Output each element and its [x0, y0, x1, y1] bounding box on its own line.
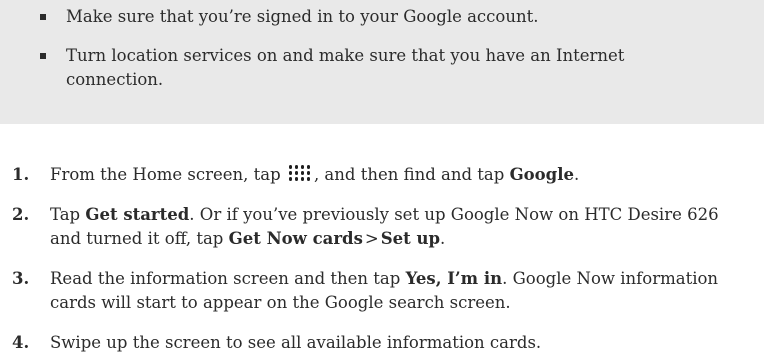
prerequisite-text: Turn location services on and make sure …	[66, 46, 625, 89]
prerequisite-text: Make sure that you’re signed in to your …	[66, 7, 539, 26]
bullet-icon	[40, 14, 46, 20]
step-text: From the Home screen, tap , and then fin…	[50, 163, 750, 187]
step-text-part: Swipe up the screen to see all available…	[50, 333, 542, 352]
prerequisite-item: Make sure that you’re signed in to your …	[40, 5, 700, 29]
step-item: 2. Tap Get started. Or if you’ve previou…	[0, 203, 764, 251]
step-text-part: From the Home screen, tap	[50, 165, 286, 184]
step-text-part: Read the information screen and then tap	[50, 269, 406, 288]
step-text-part: .	[440, 229, 446, 248]
step-number: 3.	[12, 269, 30, 288]
step-text-part: Tap	[50, 205, 86, 224]
bold-term: Get Now cards	[228, 229, 363, 248]
step-item: 1. From the Home screen, tap , and then …	[0, 163, 764, 187]
step-text: Swipe up the screen to see all available…	[50, 331, 750, 355]
bold-term: Set up	[380, 229, 441, 248]
step-item: 3. Read the information screen and then …	[0, 267, 764, 315]
step-item: 4. Swipe up the screen to see all availa…	[0, 331, 764, 355]
step-text: Tap Get started. Or if you’ve previously…	[50, 203, 750, 251]
step-number: 1.	[12, 165, 30, 184]
bold-term: Get started	[85, 205, 190, 224]
step-text-part: , and then find and tap	[313, 165, 510, 184]
step-number: 2.	[12, 205, 30, 224]
prerequisite-item: Turn location services on and make sure …	[40, 44, 700, 92]
menu-separator: >	[364, 229, 379, 248]
bullet-icon	[40, 53, 46, 59]
bold-term: Google	[509, 165, 574, 184]
prerequisites-box: Make sure that you’re signed in to your …	[0, 0, 764, 124]
step-number: 4.	[12, 333, 30, 352]
apps-grid-icon	[288, 164, 312, 182]
bold-term: Yes, I’m in	[405, 269, 503, 288]
step-text-part: .	[573, 165, 580, 184]
step-text: Read the information screen and then tap…	[50, 267, 750, 315]
